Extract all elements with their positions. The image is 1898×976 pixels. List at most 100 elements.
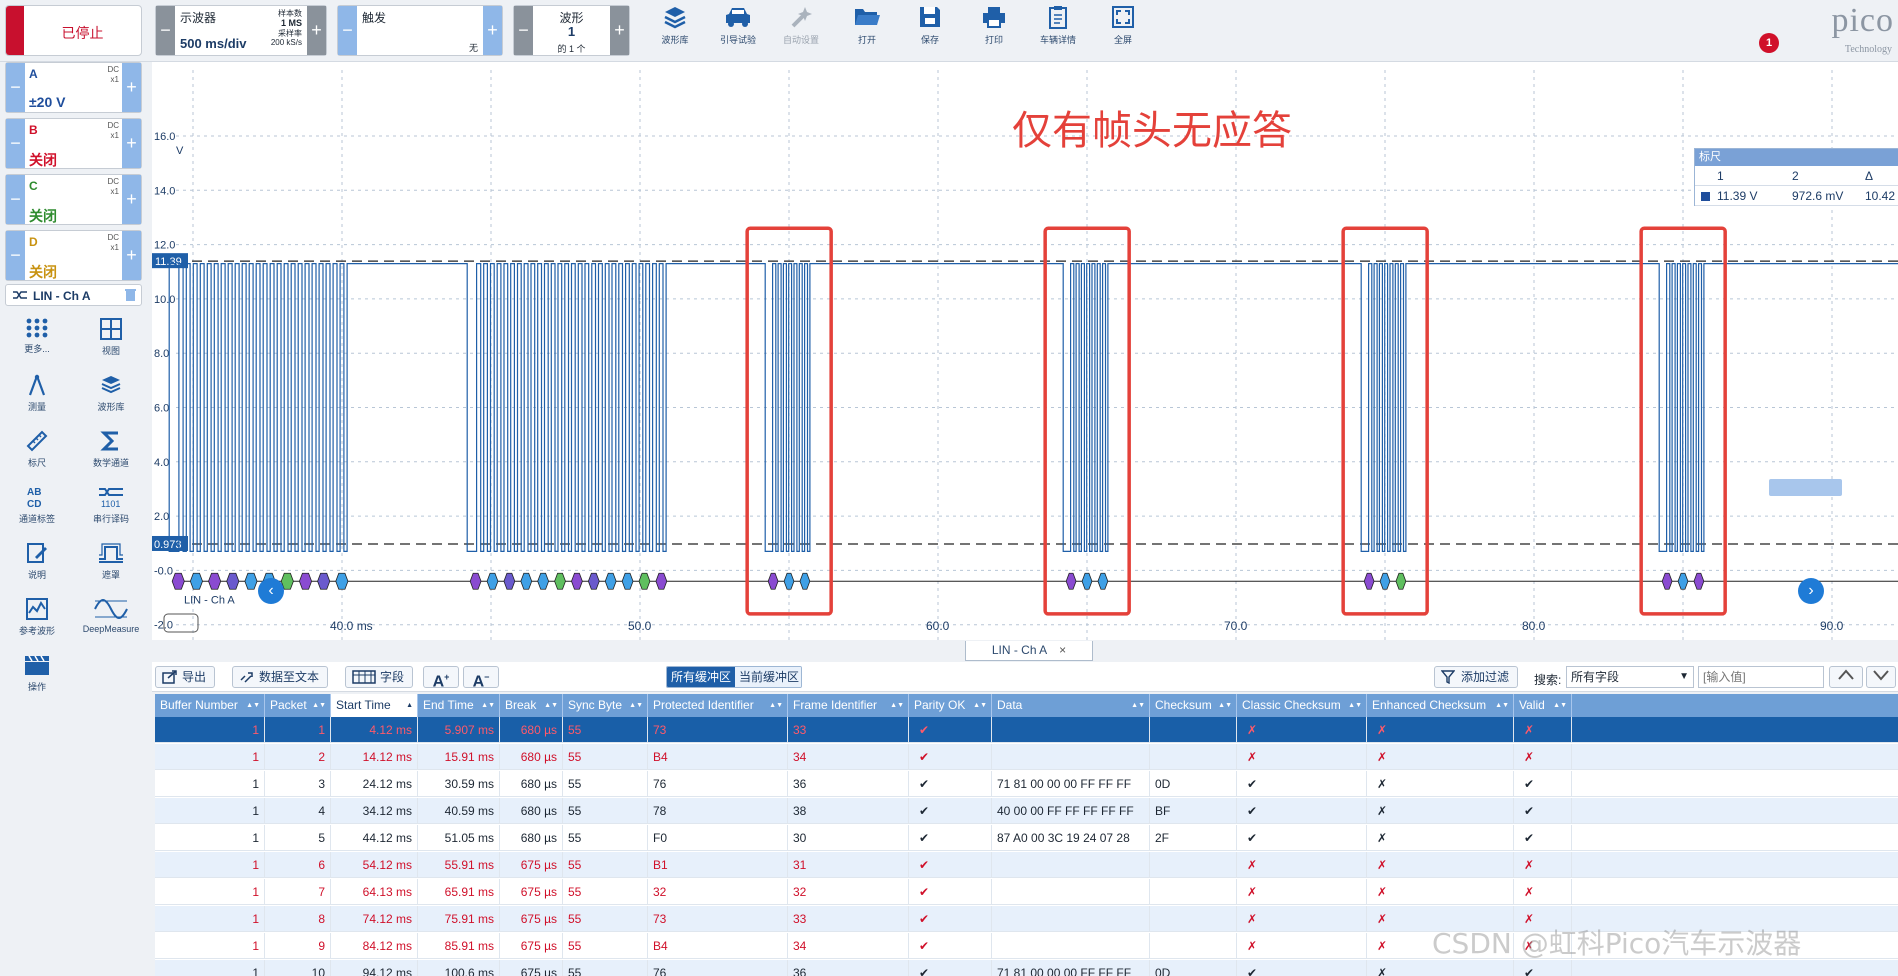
scroll-left-button[interactable]: ‹ [258,578,284,604]
channel-d-increase-button[interactable]: + [122,231,141,280]
sort-icon[interactable]: ▲▼ [312,694,326,717]
notification-badge[interactable]: 1 [1759,33,1779,53]
current-buffer-option[interactable]: 当前缓冲区 [735,667,801,687]
column-header[interactable]: Classic Checksum ▲▼ [1237,694,1367,717]
fields-button[interactable]: 字段 [345,666,414,688]
font-decrease-button[interactable]: A− [463,666,499,690]
buffer-toggle[interactable]: 所有缓冲区 当前缓冲区 [666,666,802,688]
channel-b-range[interactable]: 关闭 [29,150,57,170]
table-row[interactable]: 1 10 94.12 ms 100.6 ms 675 µs 55 76 36 ✔ 71 81 00… [155,960,1898,976]
mask-tool[interactable]: 遮罩 [76,541,146,591]
search-field-select[interactable]: 所有字段 ▼ [1566,666,1694,688]
column-header[interactable]: Break ▲▼ [500,694,563,717]
add-filter-button[interactable]: 添加过滤 [1434,666,1519,688]
ruler-panel[interactable]: 标尺 — ✕ 1 2 Δ 11.39 V 972.6 mV 10.42 V 🔓 [1694,148,1898,206]
guided-test-button[interactable]: 引导试验 [708,4,768,58]
open-button[interactable]: 打开 [837,4,897,58]
channel-a-increase-button[interactable]: + [122,63,141,112]
column-header[interactable]: Enhanced Checksum ▲▼ [1367,694,1514,717]
column-header[interactable]: Protected Identifier ▲▼ [648,694,788,717]
library-tool[interactable]: 波形库 [76,373,146,423]
timebase-increase-button[interactable]: + [307,6,326,55]
waveform-library-button[interactable]: 波形库 [645,4,705,58]
channel-b-control[interactable]: − B DC x1 关闭 + [5,118,142,169]
notes-tool[interactable]: 说明 [2,541,72,591]
sort-icon[interactable]: ▲ [406,694,413,717]
sort-icon[interactable]: ▲▼ [1553,694,1567,717]
table-row[interactable]: 1 2 14.12 ms 15.91 ms 680 µs 55 B4 34 ✔ ✗ ✗ ✗ [155,744,1898,770]
table-row[interactable]: 1 4 34.12 ms 40.59 ms 680 µs 55 78 38 ✔ 40 00 00 … [155,798,1898,824]
channel-c-range[interactable]: 关闭 [29,206,57,226]
search-prev-button[interactable] [1829,666,1863,688]
channel-d-control[interactable]: − D DC x1 关闭 + [5,230,142,281]
decoder-entry[interactable]: LIN - Ch A [5,284,142,306]
save-button[interactable]: 保存 [900,4,960,58]
timebase-decrease-button[interactable]: − [156,6,175,55]
all-buffers-option[interactable]: 所有缓冲区 [667,667,735,687]
column-header[interactable]: Parity OK ▲▼ [909,694,992,717]
print-button[interactable]: 打印 [964,4,1024,58]
font-increase-button[interactable]: A+ [423,666,459,690]
channel-c-control[interactable]: − C DC x1 关闭 + [5,174,142,225]
table-row[interactable]: 1 3 24.12 ms 30.59 ms 680 µs 55 76 36 ✔ 71 81 00 … [155,771,1898,797]
channel-b-decrease-button[interactable]: − [6,119,25,168]
floating-mini-toolbar[interactable] [1769,479,1842,496]
table-row[interactable]: 1 5 44.12 ms 51.05 ms 680 µs 55 F0 30 ✔ 87 A0 00 … [155,825,1898,851]
decoder-tab[interactable]: LIN - Ch A × [965,641,1093,661]
run-stop-button[interactable]: 已停止 [5,5,142,56]
waveform-next-button[interactable]: + [610,6,629,55]
channel-b-increase-button[interactable]: + [122,119,141,168]
samples-value[interactable]: 1 MS [281,18,302,28]
sort-icon[interactable]: ▲▼ [890,694,904,717]
ruler-panel-header[interactable]: 标尺 — ✕ [1695,149,1898,166]
sort-icon[interactable]: ▲▼ [1131,694,1145,717]
channel-c-decrease-button[interactable]: − [6,175,25,224]
sort-icon[interactable]: ▲▼ [1348,694,1362,717]
vehicle-details-button[interactable]: 车辆详情 [1028,4,1088,58]
column-header[interactable]: Valid ▲▼ [1514,694,1572,717]
search-next-button[interactable] [1866,666,1896,688]
more-tool[interactable]: 更多... [2,317,72,367]
measure-tool[interactable]: 测量 [2,373,72,423]
column-header[interactable]: Sync Byte ▲▼ [563,694,648,717]
trigger-mode[interactable]: 无 [469,41,478,54]
auto-setup-button[interactable]: 自动设置 [771,4,831,58]
column-header[interactable]: End Time ▲▼ [418,694,500,717]
trigger-increase-button[interactable]: + [483,6,502,55]
sort-icon[interactable]: ▲▼ [629,694,643,717]
sort-icon[interactable]: ▲▼ [1495,694,1509,717]
table-row[interactable]: 1 1 4.12 ms 5.907 ms 680 µs 55 73 33 ✔ ✗ ✗ ✗ [155,717,1898,743]
channel-a-control[interactable]: − A DC x1 ±20 V + [5,62,142,113]
search-input[interactable] [1698,666,1824,688]
close-icon[interactable]: × [1059,643,1066,657]
ruler-tool[interactable]: 标尺 [2,429,72,479]
sort-icon[interactable]: ▲▼ [246,694,260,717]
data-to-text-button[interactable]: 数据至文本 [232,666,329,688]
sort-icon[interactable]: ▲▼ [973,694,987,717]
column-header[interactable]: Checksum ▲▼ [1150,694,1237,717]
timebase-value[interactable]: 500 ms/div [180,36,247,51]
view-tool[interactable]: 视图 [76,317,146,367]
channel-labels-tool[interactable]: AB CD 通道标签 [2,485,72,535]
sort-icon[interactable]: ▲▼ [481,694,495,717]
channel-d-range[interactable]: 关闭 [29,262,57,282]
trash-icon[interactable] [124,288,137,302]
column-header[interactable]: Buffer Number ▲▼ [155,694,265,717]
trigger-decrease-button[interactable]: − [338,6,357,55]
channel-a-decrease-button[interactable]: − [6,63,25,112]
sort-icon[interactable]: ▲▼ [1218,694,1232,717]
table-row[interactable]: 1 6 54.12 ms 55.91 ms 675 µs 55 B1 31 ✔ ✗ ✗ ✗ [155,852,1898,878]
reference-waveform-tool[interactable]: 参考波形 [2,597,72,647]
channel-a-range[interactable]: ±20 V [29,94,65,110]
column-header[interactable]: Frame Identifier ▲▼ [788,694,909,717]
column-header[interactable]: Packet ▲▼ [265,694,331,717]
sort-icon[interactable]: ▲▼ [544,694,558,717]
channel-c-increase-button[interactable]: + [122,175,141,224]
fullscreen-button[interactable]: 全屏 [1093,4,1153,58]
deepmeasure-tool[interactable]: DeepMeasure [76,597,146,647]
table-row[interactable]: 1 7 64.13 ms 65.91 ms 675 µs 55 32 32 ✔ ✗ ✗ ✗ [155,879,1898,905]
column-header[interactable]: Start Time ▲ [331,694,418,717]
actions-tool[interactable]: 操作 [2,653,72,703]
math-channel-tool[interactable]: 数学通道 [76,429,146,479]
sort-icon[interactable]: ▲▼ [769,694,783,717]
